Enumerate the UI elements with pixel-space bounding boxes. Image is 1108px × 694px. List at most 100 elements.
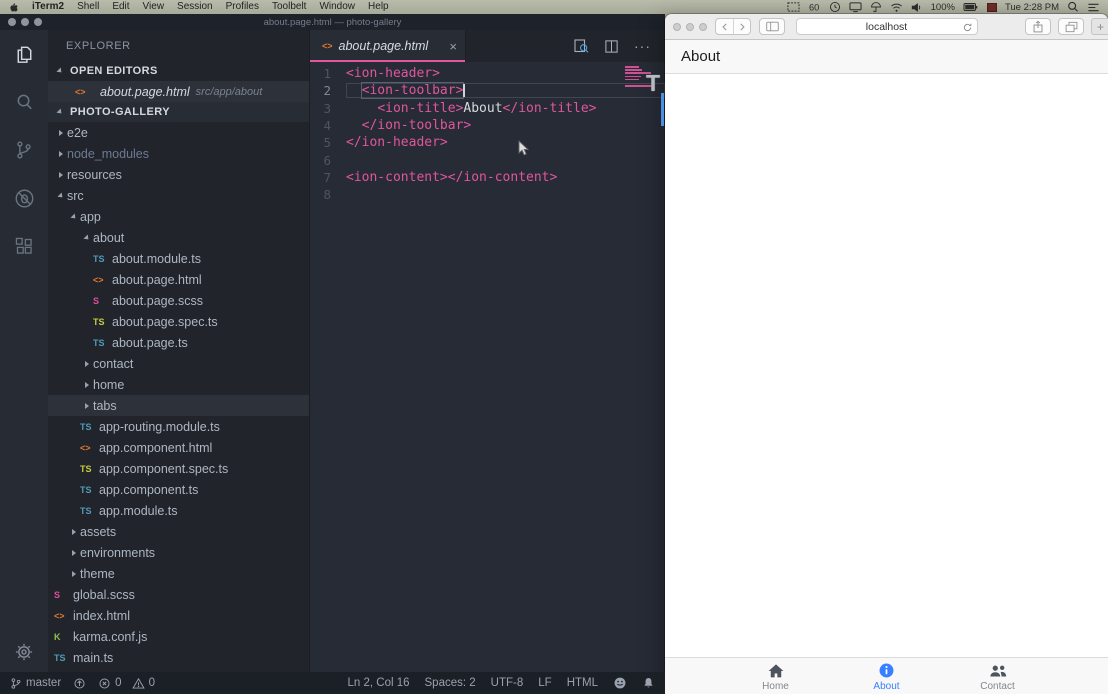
screen-capture-icon[interactable] xyxy=(787,1,800,13)
clock-icon[interactable] xyxy=(829,1,841,13)
tree-item-global.scss[interactable]: Sglobal.scss xyxy=(48,584,309,605)
more-actions-icon[interactable]: ··· xyxy=(634,38,651,54)
umbrella-icon[interactable] xyxy=(870,1,882,13)
tab-contact[interactable]: Contact xyxy=(942,658,1053,694)
tab-home[interactable]: Home xyxy=(720,658,831,694)
close-icon[interactable]: × xyxy=(449,40,457,53)
tab-about-page-html[interactable]: <> about.page.html × xyxy=(310,30,466,62)
line-number[interactable]: 2 xyxy=(310,83,346,98)
sync-changes-button[interactable] xyxy=(73,677,86,690)
menu-item-help[interactable]: Help xyxy=(368,0,389,14)
spotlight-icon[interactable] xyxy=(1067,1,1079,13)
tree-item-karma.conf.js[interactable]: Kkarma.conf.js xyxy=(48,626,309,647)
tree-item-about.module.ts[interactable]: TSabout.module.ts xyxy=(48,248,309,269)
share-icon[interactable] xyxy=(1025,18,1051,35)
tree-item-e2e[interactable]: e2e xyxy=(48,122,309,143)
split-editor-icon[interactable] xyxy=(604,39,619,54)
tree-item-about[interactable]: about xyxy=(48,227,309,248)
open-editor-item[interactable]: <> about.page.html src/app/about xyxy=(48,81,309,102)
tree-item-node_modules[interactable]: node_modules xyxy=(48,143,309,164)
problems-indicator[interactable]: 0 0 xyxy=(98,677,155,690)
tree-item-about.page.spec.ts[interactable]: TSabout.page.spec.ts xyxy=(48,311,309,332)
code-line-2[interactable]: 2 <ion-toolbar> xyxy=(310,82,665,99)
encoding-setting[interactable]: UTF-8 xyxy=(491,677,524,689)
tree-item-app.component.html[interactable]: <>app.component.html xyxy=(48,437,309,458)
cursor-position[interactable]: Ln 2, Col 16 xyxy=(348,677,410,689)
tree-item-home[interactable]: home xyxy=(48,374,309,395)
close-window-button[interactable] xyxy=(8,18,16,26)
menu-item-edit[interactable]: Edit xyxy=(112,0,129,14)
new-tab-button[interactable]: + xyxy=(1091,18,1108,35)
menu-item-profiles[interactable]: Profiles xyxy=(226,0,259,14)
tree-item-tabs[interactable]: tabs xyxy=(48,395,309,416)
tree-item-app.module.ts[interactable]: TSapp.module.ts xyxy=(48,500,309,521)
menu-item-iterm2[interactable]: iTerm2 xyxy=(32,0,64,14)
refresh-icon[interactable] xyxy=(962,22,973,33)
tree-item-environments[interactable]: environments xyxy=(48,542,309,563)
wifi-icon[interactable] xyxy=(890,2,903,13)
search-icon[interactable] xyxy=(0,78,48,126)
tree-item-assets[interactable]: assets xyxy=(48,521,309,542)
code-editor[interactable]: 1<ion-header>2 <ion-toolbar>3 <ion-title… xyxy=(310,62,665,672)
git-branch-indicator[interactable]: master xyxy=(10,677,61,690)
close-window-button[interactable] xyxy=(673,23,681,31)
zoom-window-button[interactable] xyxy=(34,18,42,26)
tree-item-app[interactable]: app xyxy=(48,206,309,227)
line-number[interactable]: 6 xyxy=(310,153,346,168)
notifications-bell-icon[interactable] xyxy=(642,676,655,690)
menu-bar-clock[interactable]: Tue 2:28 PM xyxy=(1005,2,1059,13)
battery-icon[interactable] xyxy=(963,1,979,13)
tree-item-theme[interactable]: theme xyxy=(48,563,309,584)
tree-item-about.page.scss[interactable]: Sabout.page.scss xyxy=(48,290,309,311)
volume-icon[interactable] xyxy=(911,2,923,13)
line-number[interactable]: 8 xyxy=(310,187,346,202)
line-number[interactable]: 1 xyxy=(310,66,346,81)
project-section[interactable]: PHOTO-GALLERY xyxy=(48,102,309,122)
tab-about[interactable]: About xyxy=(831,658,942,694)
safari-toolbar[interactable]: localhost + xyxy=(665,14,1108,40)
address-bar[interactable]: localhost xyxy=(796,18,978,35)
eol-setting[interactable]: LF xyxy=(538,677,551,689)
vscode-title-bar[interactable]: about.page.html — photo-gallery xyxy=(0,14,665,30)
code-line-3[interactable]: 3 <ion-title>About</ion-title> xyxy=(310,100,665,117)
settings-gear-icon[interactable] xyxy=(0,642,48,662)
open-editors-section[interactable]: OPEN EDITORS xyxy=(48,61,309,81)
indentation-setting[interactable]: Spaces: 2 xyxy=(425,677,476,689)
apple-menu-icon[interactable] xyxy=(8,1,19,13)
zoom-window-button[interactable] xyxy=(699,23,707,31)
tree-item-app.component.ts[interactable]: TSapp.component.ts xyxy=(48,479,309,500)
tree-item-about.page.ts[interactable]: TSabout.page.ts xyxy=(48,332,309,353)
tree-item-main.ts[interactable]: TSmain.ts xyxy=(48,647,309,668)
minimize-window-button[interactable] xyxy=(21,18,29,26)
menu-item-window[interactable]: Window xyxy=(319,0,355,14)
code-line-5[interactable]: 5</ion-header> xyxy=(310,134,665,151)
menu-item-shell[interactable]: Shell xyxy=(77,0,99,14)
app-status-icon[interactable] xyxy=(987,3,997,12)
menu-item-session[interactable]: Session xyxy=(177,0,213,14)
forward-button[interactable] xyxy=(733,19,750,34)
notification-center-icon[interactable] xyxy=(1087,2,1100,13)
tree-item-index.html[interactable]: <>index.html xyxy=(48,605,309,626)
back-button[interactable] xyxy=(716,19,733,34)
line-number[interactable]: 7 xyxy=(310,170,346,185)
open-preview-icon[interactable] xyxy=(573,38,589,54)
tab-overview-icon[interactable] xyxy=(1058,18,1084,35)
source-control-icon[interactable] xyxy=(0,126,48,174)
code-line-6[interactable]: 6 xyxy=(310,151,665,168)
tree-item-app.component.spec.ts[interactable]: TSapp.component.spec.ts xyxy=(48,458,309,479)
feedback-smiley-icon[interactable] xyxy=(613,676,627,690)
tree-item-src[interactable]: src xyxy=(48,185,309,206)
code-line-7[interactable]: 7<ion-content></ion-content> xyxy=(310,169,665,186)
line-number[interactable]: 3 xyxy=(310,101,346,116)
code-line-1[interactable]: 1<ion-header> xyxy=(310,65,665,82)
display-icon[interactable] xyxy=(849,1,862,13)
code-line-8[interactable]: 8 xyxy=(310,186,665,203)
menu-item-toolbelt[interactable]: Toolbelt xyxy=(272,0,306,14)
line-number[interactable]: 5 xyxy=(310,135,346,150)
debug-icon[interactable] xyxy=(0,174,48,222)
tree-item-contact[interactable]: contact xyxy=(48,353,309,374)
sidebar-toggle-icon[interactable] xyxy=(759,18,785,35)
menu-item-view[interactable]: View xyxy=(143,0,165,14)
extensions-icon[interactable] xyxy=(0,222,48,270)
tree-item-app-routing.module.ts[interactable]: TSapp-routing.module.ts xyxy=(48,416,309,437)
